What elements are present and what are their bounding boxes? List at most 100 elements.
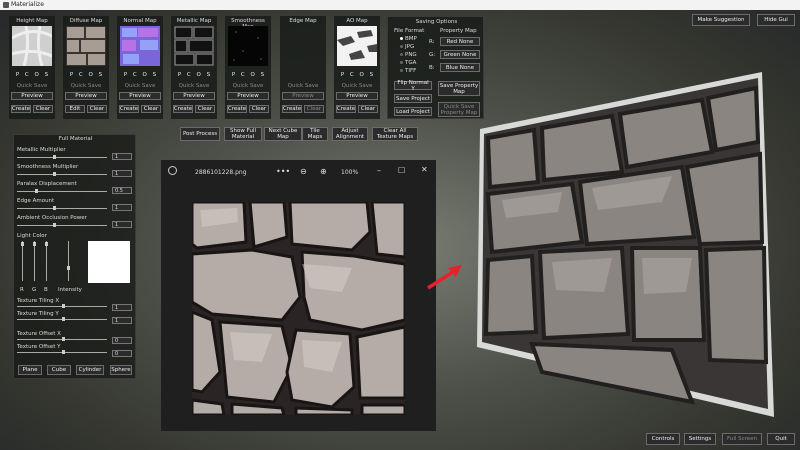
slider-value[interactable]: 1 (112, 153, 132, 160)
shape-plane-button[interactable]: Plane (18, 365, 42, 375)
format-radio-png[interactable]: PNG (400, 52, 417, 58)
shape-cylinder-button[interactable]: Cylinder (76, 365, 104, 375)
load-project-button[interactable]: Load Project (394, 107, 432, 116)
toolbar-button-4[interactable]: Adjust Alignment (332, 127, 368, 141)
preview-button[interactable]: Preview (65, 92, 107, 100)
slider-knob[interactable] (45, 242, 48, 246)
slider-knob[interactable] (62, 317, 65, 321)
quick-save-button[interactable]: Quick Save (336, 83, 378, 89)
create-button[interactable]: Create (227, 105, 247, 113)
save-project-button[interactable]: Save Project (394, 94, 432, 103)
pcos-letter[interactable]: S (261, 72, 265, 78)
slider-value[interactable]: 1 (112, 221, 132, 228)
pcos-letter[interactable]: S (370, 72, 374, 78)
settings-button[interactable]: Settings (684, 433, 716, 445)
quick-save-button[interactable]: Quick Save (173, 83, 215, 89)
preview-button[interactable]: Preview (227, 92, 269, 100)
maximize-icon[interactable]: ☐ (398, 166, 405, 175)
map-thumbnail[interactable] (66, 26, 106, 66)
format-radio-tga[interactable]: TGA (400, 60, 416, 66)
pcos-letter[interactable]: P (341, 72, 344, 78)
shape-cube-button[interactable]: Cube (47, 365, 71, 375)
slider-track[interactable] (17, 225, 107, 226)
pcos-letter[interactable]: S (99, 72, 103, 78)
tiling-value[interactable]: 0 (112, 350, 132, 357)
make-suggestion-button[interactable]: Make Suggestion (692, 14, 750, 26)
pcos-letter[interactable]: C (133, 72, 137, 78)
more-options-icon[interactable]: ••• (276, 167, 290, 176)
slider-knob[interactable] (62, 304, 65, 308)
pcos-letter[interactable]: O (89, 72, 93, 78)
channel-select-button[interactable]: Blue None (440, 63, 480, 72)
map-thumbnail[interactable] (174, 26, 214, 66)
map-thumbnail[interactable] (11, 25, 53, 67)
clear-button[interactable]: Clear (195, 105, 215, 113)
hide-gui-button[interactable]: Hide Gui (757, 14, 795, 26)
light-r-slider[interactable] (22, 241, 23, 281)
toolbar-button-3[interactable]: Tile Maps (302, 127, 328, 141)
preview-button[interactable]: Preview (336, 92, 378, 100)
pcos-letter[interactable]: C (350, 72, 354, 78)
slider-knob[interactable] (67, 266, 70, 270)
pcos-letter[interactable]: S (45, 72, 49, 78)
map-thumbnail[interactable] (337, 26, 377, 66)
create-button[interactable]: Create (173, 105, 193, 113)
controls-button[interactable]: Controls (646, 433, 680, 445)
pcos-letter[interactable]: O (197, 72, 201, 78)
map-thumbnail[interactable] (283, 26, 323, 66)
pcos-letter[interactable]: P (16, 72, 19, 78)
toolbar-button-5[interactable]: Clear All Texture Maps (372, 127, 418, 141)
zoom-out-icon[interactable]: ⊖ (300, 167, 307, 176)
map-thumbnail[interactable] (228, 26, 268, 66)
slider-knob[interactable] (33, 242, 36, 246)
shape-sphere-button[interactable]: Sphere (110, 365, 132, 375)
light-b-slider[interactable] (46, 241, 47, 281)
pcos-letter[interactable]: O (251, 72, 255, 78)
create-button[interactable]: Create (282, 105, 302, 113)
clear-button[interactable]: Clear (249, 105, 269, 113)
channel-select-button[interactable]: Red None (440, 37, 480, 46)
preview-button[interactable]: Preview (282, 92, 324, 100)
format-radio-jpg[interactable]: JPG (400, 44, 414, 50)
pcos-letter[interactable]: P (124, 72, 127, 78)
tiling-value[interactable]: 0 (112, 337, 132, 344)
slider-value[interactable]: 0.5 (112, 187, 132, 194)
slider-knob[interactable] (53, 223, 56, 227)
map-thumbnail[interactable] (120, 26, 160, 66)
create-button[interactable]: Edit (65, 105, 85, 113)
quit-button[interactable]: Quit (767, 433, 795, 445)
quick-save-button[interactable]: Quick Save (65, 83, 107, 89)
slider-knob[interactable] (53, 172, 56, 176)
pcos-letter[interactable]: O (360, 72, 364, 78)
slider-knob[interactable] (35, 189, 38, 193)
quick-save-button[interactable]: Quick Save (282, 83, 324, 89)
slider-knob[interactable] (21, 242, 24, 246)
toolbar-button-0[interactable]: Post Process (180, 127, 220, 141)
clear-button[interactable]: Clear (304, 105, 324, 113)
quick-save-button[interactable]: Quick Save (11, 83, 53, 89)
slider-knob[interactable] (53, 206, 56, 210)
slider-track[interactable] (17, 208, 107, 209)
tiling-value[interactable]: 1 (112, 317, 132, 324)
clear-button[interactable]: Clear (141, 105, 161, 113)
zoom-in-icon[interactable]: ⊕ (320, 167, 327, 176)
create-button[interactable]: Create (119, 105, 139, 113)
tiling-value[interactable]: 1 (112, 304, 132, 311)
full-screen-button[interactable]: Full Screen (722, 433, 762, 445)
preview-button[interactable]: Preview (119, 92, 161, 100)
slider-knob[interactable] (53, 155, 56, 159)
minimize-icon[interactable]: – (377, 166, 381, 175)
intensity-slider[interactable] (68, 241, 69, 281)
light-color-swatch[interactable] (88, 241, 130, 283)
flip-normal-y-button[interactable]: Flip Normal Y (394, 80, 432, 92)
format-radio-tiff[interactable]: TIFF (400, 68, 416, 74)
pcos-letter[interactable]: O (143, 72, 147, 78)
close-icon[interactable]: ✕ (421, 165, 428, 174)
preview-button[interactable]: Preview (11, 92, 53, 100)
light-g-slider[interactable] (34, 241, 35, 281)
pcos-letter[interactable]: O (35, 72, 39, 78)
slider-knob[interactable] (62, 350, 65, 354)
create-button[interactable]: Create (336, 105, 356, 113)
channel-select-button[interactable]: Green None (440, 50, 480, 59)
slider-track[interactable] (17, 191, 107, 192)
